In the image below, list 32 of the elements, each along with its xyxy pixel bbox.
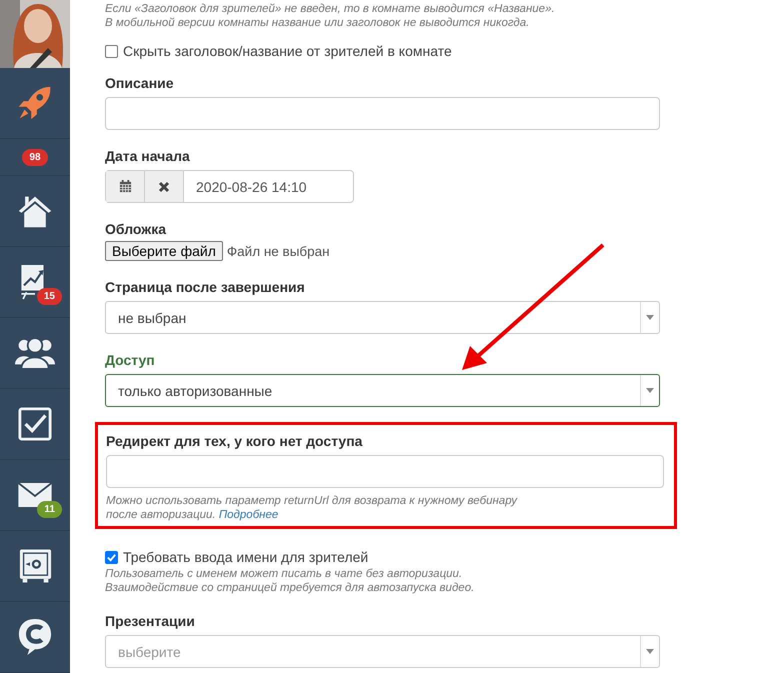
choose-file-button[interactable]: Выберите файл bbox=[105, 241, 223, 261]
field-label: Страница после завершения bbox=[105, 279, 305, 295]
mail-icon[interactable] bbox=[18, 483, 52, 507]
field-label: Доступ bbox=[105, 352, 155, 368]
users-icon[interactable] bbox=[15, 336, 55, 370]
field-label: Обложка bbox=[105, 221, 166, 237]
count-badge: 15 bbox=[36, 288, 62, 305]
checkbox[interactable] bbox=[105, 44, 118, 58]
chat-icon[interactable] bbox=[18, 618, 52, 656]
hint-text: Если «Заголовок для зрителей» не введен, то в комнате выводится «Название». В мобильной версии комнаты название или заголовок не выводится никогда. bbox=[105, 2, 556, 30]
field-label: Дата начала bbox=[105, 148, 190, 164]
help-text: Пользователь с именем может писать в чате без авторизации. Взаимодействие со страницей требуется для автозапуска видео. bbox=[105, 567, 476, 595]
checkbox[interactable] bbox=[105, 550, 118, 564]
count-badge: 98 bbox=[22, 148, 48, 166]
field-label: Редирект для тех, у кого нет доступа bbox=[106, 433, 362, 449]
select-field[interactable]: не выбран bbox=[105, 301, 660, 334]
field-label: Описание bbox=[105, 75, 174, 91]
select-field[interactable]: только авторизованные bbox=[105, 374, 660, 407]
help-text: Можно использовать параметр returnUrl для возврата к нужному вебинару после авторизации. Подробнее bbox=[106, 494, 518, 522]
field-label: Презентации bbox=[105, 613, 195, 629]
input-field[interactable] bbox=[105, 97, 660, 130]
caret-icon bbox=[646, 388, 654, 393]
caret-icon bbox=[646, 315, 654, 320]
checkbox-label: Требовать ввода имени для зрителей bbox=[123, 549, 368, 565]
file-status: Файл не выбран bbox=[226, 244, 330, 258]
safe-icon[interactable] bbox=[18, 548, 52, 584]
count-badge: 11 bbox=[37, 501, 62, 518]
checkbox-icon[interactable] bbox=[18, 407, 52, 441]
caret-icon bbox=[646, 649, 654, 654]
checkbox-label: Скрыть заголовок/название от зрителей в комнате bbox=[123, 43, 452, 59]
more-link[interactable]: Подробнее bbox=[218, 509, 278, 521]
input-field[interactable] bbox=[106, 455, 664, 488]
